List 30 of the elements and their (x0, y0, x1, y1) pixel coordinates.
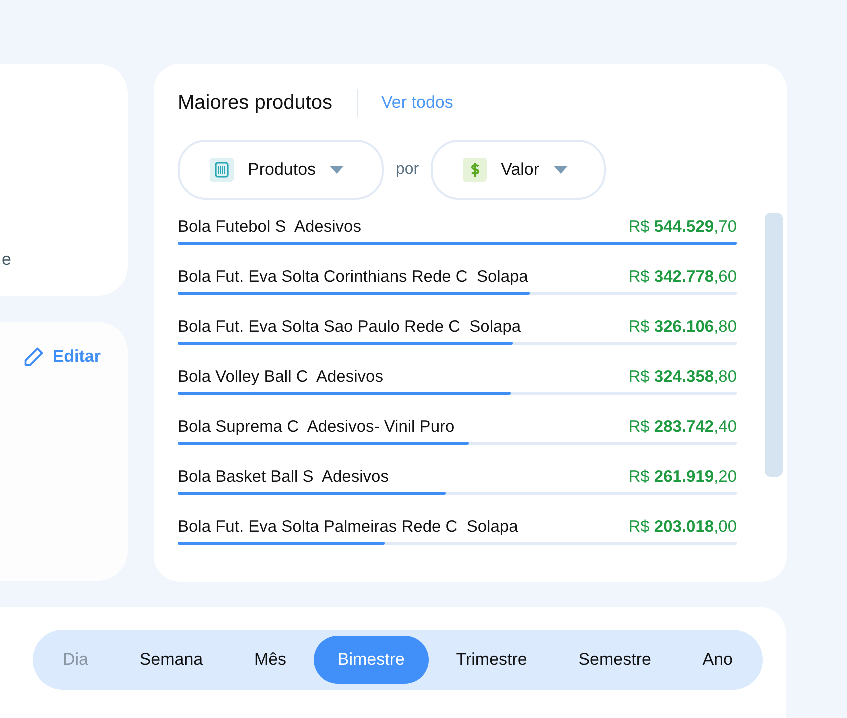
period-tab[interactable]: Mês (230, 636, 311, 684)
product-amount: R$ 324.358,80 (628, 368, 737, 387)
product-name: Bola Fut. Eva Solta Sao Paulo Rede C Solapa (178, 318, 522, 337)
product-name: Bola Fut. Eva Solta Palmeiras Rede C Solapa (178, 518, 518, 537)
card-title: Maiores produtos (178, 92, 333, 114)
product-name: Bola Futebol S Adesivos (178, 218, 362, 237)
period-tab[interactable]: Trimestre (432, 636, 552, 684)
period-tab[interactable]: Ano (678, 636, 757, 684)
scrollbar-thumb[interactable] (765, 213, 783, 477)
product-amount: R$ 326.106,80 (628, 318, 737, 337)
product-name: Bola Fut. Eva Solta Corinthians Rede C Solapa (178, 268, 528, 287)
period-tab[interactable]: Semestre (554, 636, 676, 684)
product-name: Bola Basket Ball S Adesivos (178, 468, 389, 487)
product-name: Bola Volley Ball C Adesivos (178, 368, 384, 387)
product-amount: R$ 342.778,60 (628, 268, 737, 287)
product-name: Bola Suprema C Adesivos- Vinil Puro (178, 418, 455, 437)
barcode-icon (210, 158, 234, 182)
period-tab[interactable]: Semana (116, 636, 228, 684)
product-amount: R$ 203.018,00 (628, 518, 737, 537)
text-fragment: e (2, 250, 12, 270)
caret-icon (330, 166, 344, 174)
product-amount: R$ 544.529,70 (628, 218, 737, 237)
joiner-text: por (396, 161, 420, 179)
caret-icon (554, 166, 568, 174)
product-amount: R$ 283.742,40 (628, 418, 737, 437)
pencil-icon (22, 346, 45, 368)
filter-dropdown[interactable]: Produtos (178, 140, 384, 200)
filter-dropdown[interactable]: Valor (431, 140, 606, 200)
product-amount: R$ 261.919,20 (628, 468, 737, 487)
dollar-icon (463, 158, 488, 182)
